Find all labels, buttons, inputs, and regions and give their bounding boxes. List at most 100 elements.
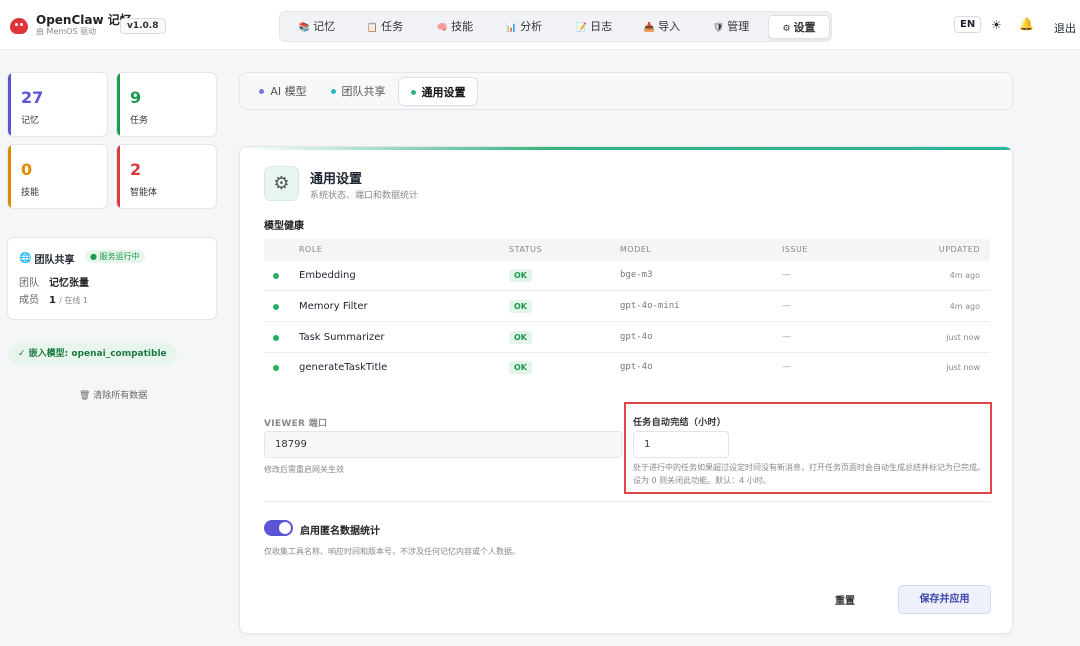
nav-analytics[interactable]: 📊 分析 [493,15,555,39]
table-row: generateTaskTitle OK gpt-4o — just now [264,353,990,383]
stat-value: 27 [21,88,44,107]
row-issue: — [782,270,791,280]
nav-memory[interactable]: 📚 记忆 [286,15,348,39]
globe-icon: 🌐 [19,253,32,264]
nav-import[interactable]: 📥 导入 [631,15,693,39]
team-name: 记忆张量 [49,278,89,289]
stat-label: 技能 [21,188,40,198]
status-dot [273,304,279,310]
status-dot [273,365,279,371]
nav-admin[interactable]: 🛡 管理 [700,15,762,39]
settings-subtabs: AI 模型 团队共享 通用设置 [239,72,1013,110]
row-updated: just now [946,333,980,342]
col-issue: ISSUE [782,245,808,254]
members-count: 1 [49,295,56,306]
memo-icon: 📝 [575,23,588,33]
gear-icon: ⚙ [782,24,791,34]
stat-card-tasks[interactable]: 9 任务 [116,72,217,137]
language-toggle-button[interactable]: EN [954,16,982,33]
shield-icon: 🛡 [712,23,725,33]
status-badge: OK [509,331,532,344]
clear-all-data-button[interactable]: 🗑 清除所有数据 [79,388,147,401]
status-dot [273,335,279,341]
model-health-label: 模型健康 [264,221,304,232]
telemetry-label: 启用匿名数据统计 [300,526,380,537]
tab-ai-models[interactable]: AI 模型 [248,77,318,106]
team-sharing-card: 🌐 团队共享 ● 服务运行中 团队 记忆张量 成员 1 / 在线 1 [7,237,217,320]
row-role: Task Summarizer [299,332,385,343]
nav-settings[interactable]: ⚙ 设置 [768,15,830,39]
team-card-title: 团队共享 [34,255,75,266]
brand[interactable]: OpenClaw 记忆 由 MemOS 驱动 [8,14,132,37]
table-row: Task Summarizer OK gpt-4o — just now [264,323,990,353]
row-updated: 4m ago [949,271,980,280]
panel-subtitle: 系统状态、端口和数据统计 [310,191,419,201]
service-status-badge: ● 服务运行中 [85,250,145,263]
col-status: STATUS [509,245,543,254]
status-dot [273,273,279,279]
inbox-icon: 📥 [643,23,656,33]
main-nav: 📚 记忆 📋 任务 🧠 技能 📊 分析 📝 日志 📥 导入 🛡 管理 ⚙ 设置 [279,11,832,42]
table-header: ROLE STATUS MODEL ISSUE UPDATED [264,239,990,261]
row-model: bge-m3 [620,270,653,280]
bell-icon[interactable]: 🔔 [1019,17,1034,31]
members-row: 成员 1 / 在线 1 [19,295,89,306]
col-model: MODEL [620,245,652,254]
stat-label: 记忆 [21,116,40,126]
status-badge: OK [509,361,532,374]
version-badge: v1.0.8 [120,18,166,34]
top-bar: OpenClaw 记忆 由 MemOS 驱动 v1.0.8 📚 记忆 📋 任务 🧠 技… [0,0,1080,50]
brain-icon: 🧠 [436,23,449,33]
stat-value: 0 [21,160,33,179]
highlight-box [624,402,992,494]
general-settings-panel: ⚙ 通用设置 系统状态、端口和数据统计 模型健康 ROLE STATUS MOD… [239,146,1013,634]
clipboard-icon: 📋 [366,23,379,33]
tab-general-settings[interactable]: 通用设置 [398,77,478,106]
stat-value: 2 [130,160,142,179]
viewer-port-label: VIEWER 端口 [264,419,328,429]
reset-button[interactable]: 重置 [835,592,855,607]
logo-icon [8,15,30,37]
row-model: gpt-4o [620,362,653,372]
table-row: Memory Filter OK gpt-4o-mini — 4m ago [264,292,990,322]
row-updated: just now [946,363,980,372]
nav-tasks[interactable]: 📋 任务 [354,15,416,39]
row-issue: — [782,362,791,372]
row-issue: — [782,301,791,311]
stat-label: 任务 [130,116,149,126]
nav-skills[interactable]: 🧠 技能 [424,15,486,39]
telemetry-hint: 仅收集工具名称、响应时间和版本号，不涉及任何记忆内容或个人数据。 [264,547,520,556]
stat-card-skills[interactable]: 0 技能 [7,144,108,209]
row-role: generateTaskTitle [299,362,388,373]
stat-card-agents[interactable]: 2 智能体 [116,144,217,209]
panel-title: 通用设置 [310,172,363,187]
gear-icon: ⚙ [264,166,299,201]
row-issue: — [782,332,791,342]
col-role: ROLE [299,245,323,254]
viewer-port-hint: 修改后需重启网关生效 [264,465,344,474]
row-model: gpt-4o [620,332,653,342]
brand-subtitle: 由 MemOS 驱动 [36,27,97,36]
table-row: Embedding OK bge-m3 — 4m ago [264,261,990,291]
team-row: 团队 记忆张量 [19,278,89,289]
viewer-port-input[interactable]: 18799 [264,431,622,458]
col-updated: UPDATED [938,245,980,254]
stat-label: 智能体 [130,188,158,198]
row-role: Embedding [299,270,356,281]
row-role: Memory Filter [299,301,368,312]
save-apply-button[interactable]: 保存并应用 [898,585,991,614]
telemetry-toggle[interactable] [264,520,293,536]
row-updated: 4m ago [949,302,980,311]
stat-card-memories[interactable]: 27 记忆 [7,72,108,137]
row-model: gpt-4o-mini [620,301,680,311]
embedding-model-pill: ✓ 嵌入模型: openai_compatible [8,343,177,365]
stat-value: 9 [130,88,142,107]
online-count: / 在线 1 [59,296,89,305]
logout-button[interactable]: 退出 [1054,20,1076,36]
sun-icon[interactable]: ☀ [991,18,1002,32]
status-badge: OK [509,300,532,313]
status-badge: OK [509,269,532,282]
brand-name: OpenClaw 记忆 [36,13,132,27]
tab-team-sharing[interactable]: 团队共享 [322,77,394,106]
nav-logs[interactable]: 📝 日志 [563,15,625,39]
